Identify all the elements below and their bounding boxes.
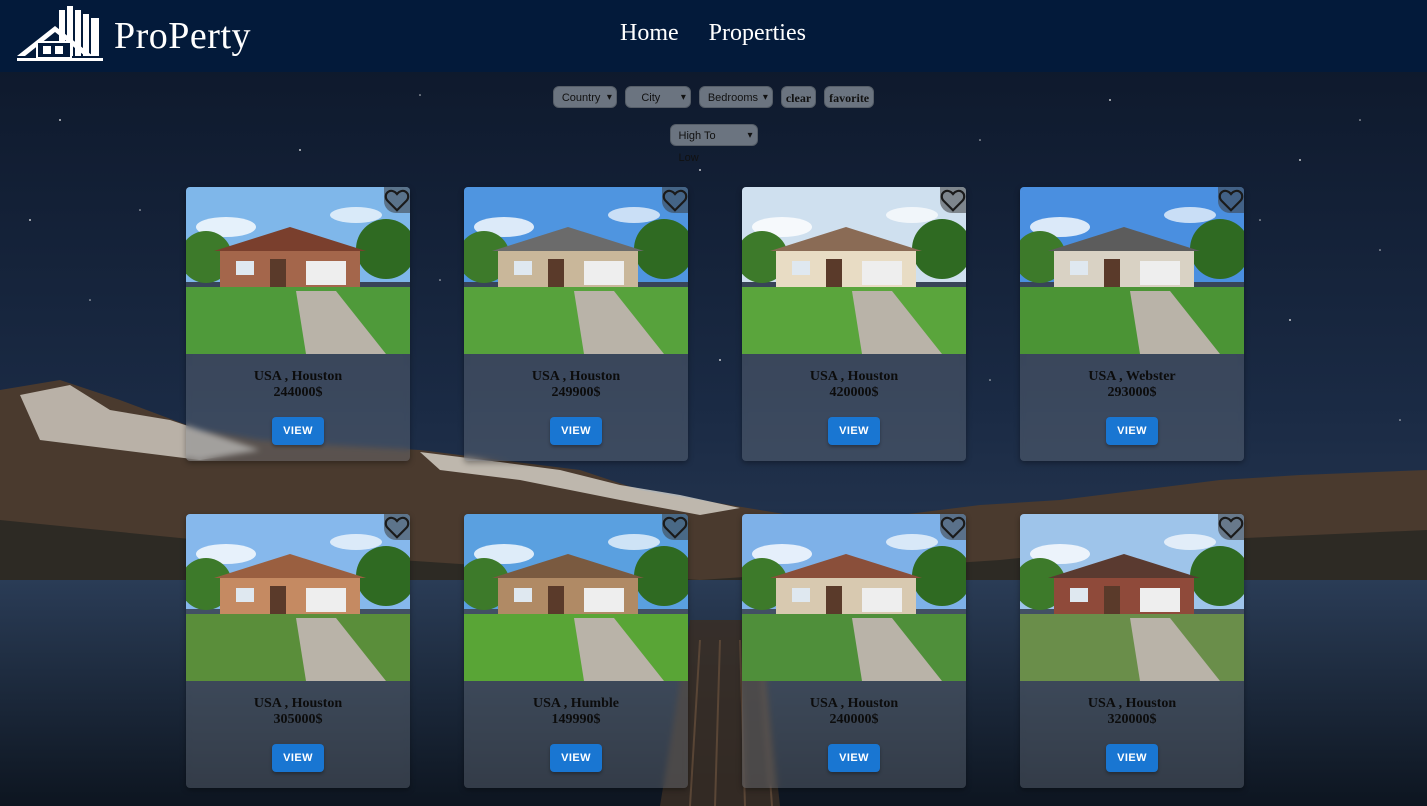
listing-photo[interactable] xyxy=(1020,187,1244,354)
view-listing-button[interactable]: VIEW xyxy=(828,744,880,772)
favorite-heart-button[interactable] xyxy=(940,514,966,540)
listing-location: USA , Humble xyxy=(533,696,619,711)
listing-info: USA , Houston 305000$ VIEW xyxy=(186,681,410,772)
heart-icon xyxy=(940,189,966,212)
listings-grid: USA , Houston 244000$ VIEW USA , Houston… xyxy=(186,187,1244,788)
chevron-down-icon: ▾ xyxy=(762,92,768,103)
city-select-value: City xyxy=(641,92,661,104)
listing-location: USA , Houston xyxy=(809,696,899,711)
listing-location: USA , Houston xyxy=(809,369,899,384)
chevron-down-icon: ▾ xyxy=(606,92,612,103)
house-logo-icon[interactable] xyxy=(15,4,105,62)
listing-price: 320000$ xyxy=(1107,712,1157,727)
listing-price: 149990$ xyxy=(551,712,601,727)
listing-price: 244000$ xyxy=(273,385,323,400)
favorite-heart-button[interactable] xyxy=(662,514,688,540)
listing-photo[interactable] xyxy=(1020,514,1244,681)
favorite-heart-button[interactable] xyxy=(384,187,410,213)
view-listing-button[interactable]: VIEW xyxy=(272,744,324,772)
heart-icon xyxy=(662,189,688,212)
listing-photo[interactable] xyxy=(186,187,410,354)
country-select[interactable]: Country ▾ xyxy=(552,86,617,108)
view-listing-button[interactable]: VIEW xyxy=(550,744,602,772)
listing-card[interactable]: USA , Humble 149990$ VIEW xyxy=(464,514,688,788)
clear-button[interactable]: clear xyxy=(780,86,817,108)
listing-location: USA , Houston xyxy=(531,369,621,384)
house-photo xyxy=(186,514,410,681)
house-photo xyxy=(1020,187,1244,354)
listing-info: USA , Houston 249900$ VIEW xyxy=(464,354,688,445)
listing-info: USA , Webster 293000$ VIEW xyxy=(1020,354,1244,445)
chevron-down-icon: ▾ xyxy=(680,92,686,103)
house-photo xyxy=(742,187,966,354)
listing-location: USA , Houston xyxy=(253,696,343,711)
house-photo xyxy=(1020,514,1244,681)
listing-info: USA , Humble 149990$ VIEW xyxy=(464,681,688,772)
bedrooms-select[interactable]: Bedrooms ▾ xyxy=(698,86,773,108)
listing-location: USA , Webster xyxy=(1088,369,1176,384)
listing-card[interactable]: USA , Houston 240000$ VIEW xyxy=(742,514,966,788)
sort-row: High To Low ▾ xyxy=(0,124,1427,164)
filter-bar: Country ▾ City ▾ Bedrooms ▾ clear favori… xyxy=(0,86,1427,108)
view-listing-button[interactable]: VIEW xyxy=(1106,744,1158,772)
favorite-heart-button[interactable] xyxy=(1218,187,1244,213)
listing-price: 293000$ xyxy=(1107,385,1157,400)
listing-location: USA , Houston xyxy=(1087,696,1177,711)
listing-info: USA , Houston 420000$ VIEW xyxy=(742,354,966,445)
house-photo xyxy=(464,514,688,681)
brand-name[interactable]: ProPerty xyxy=(114,14,251,58)
main-nav: Home Properties xyxy=(620,20,806,47)
favorite-heart-button[interactable] xyxy=(1218,514,1244,540)
house-photo xyxy=(464,187,688,354)
favorite-heart-button[interactable] xyxy=(662,187,688,213)
house-photo xyxy=(186,187,410,354)
listing-photo[interactable] xyxy=(464,187,688,354)
listing-info: USA , Houston 240000$ VIEW xyxy=(742,681,966,772)
heart-icon xyxy=(940,516,966,539)
listing-card[interactable]: USA , Houston 305000$ VIEW xyxy=(186,514,410,788)
view-listing-button[interactable]: VIEW xyxy=(1106,417,1158,445)
listing-card[interactable]: USA , Houston 320000$ VIEW xyxy=(1020,514,1244,788)
view-listing-button[interactable]: VIEW xyxy=(550,417,602,445)
house-photo xyxy=(742,514,966,681)
listing-card[interactable]: USA , Houston 244000$ VIEW xyxy=(186,187,410,461)
view-listing-button[interactable]: VIEW xyxy=(272,417,324,445)
heart-icon xyxy=(1218,516,1244,539)
favorite-heart-button[interactable] xyxy=(384,514,410,540)
listing-price: 420000$ xyxy=(829,385,879,400)
listing-card[interactable]: USA , Houston 249900$ VIEW xyxy=(464,187,688,461)
view-listing-button[interactable]: VIEW xyxy=(828,417,880,445)
bedrooms-select-value: Bedrooms xyxy=(707,92,758,104)
nav-properties-link[interactable]: Properties xyxy=(709,20,806,47)
listing-photo[interactable] xyxy=(186,514,410,681)
listing-photo[interactable] xyxy=(742,514,966,681)
heart-icon xyxy=(384,189,410,212)
city-select[interactable]: City ▾ xyxy=(624,86,691,108)
chevron-down-icon: ▾ xyxy=(747,130,753,141)
listing-price: 249900$ xyxy=(551,385,601,400)
listing-info: USA , Houston 244000$ VIEW xyxy=(186,354,410,445)
listing-card[interactable]: USA , Webster 293000$ VIEW xyxy=(1020,187,1244,461)
listing-photo[interactable] xyxy=(464,514,688,681)
nav-home-link[interactable]: Home xyxy=(620,20,679,47)
favorite-button[interactable]: favorite xyxy=(824,86,875,108)
listing-price: 240000$ xyxy=(829,712,879,727)
top-navbar: ProPerty Home Properties xyxy=(0,0,1427,72)
favorite-heart-button[interactable] xyxy=(940,187,966,213)
heart-icon xyxy=(662,516,688,539)
listing-location: USA , Houston xyxy=(253,369,343,384)
listing-card[interactable]: USA , Houston 420000$ VIEW xyxy=(742,187,966,461)
heart-icon xyxy=(1218,189,1244,212)
heart-icon xyxy=(384,516,410,539)
listing-price: 305000$ xyxy=(273,712,323,727)
listing-info: USA , Houston 320000$ VIEW xyxy=(1020,681,1244,772)
country-select-value: Country xyxy=(561,92,601,104)
listing-photo[interactable] xyxy=(742,187,966,354)
sort-select[interactable]: High To Low ▾ xyxy=(669,124,758,164)
